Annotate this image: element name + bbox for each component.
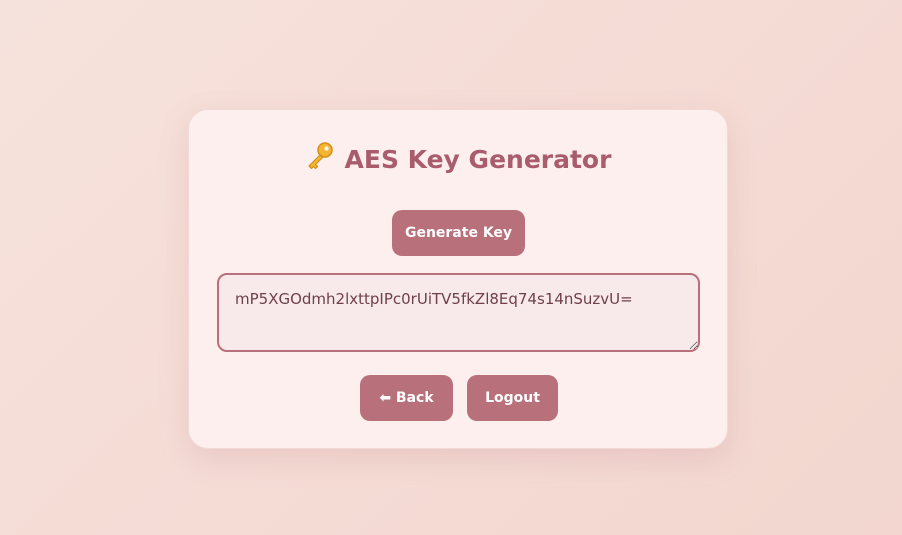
key-icon xyxy=(305,140,335,178)
page-title: AES Key Generator xyxy=(189,142,727,180)
page-title-text: AES Key Generator xyxy=(344,145,612,174)
logout-button[interactable]: Logout xyxy=(467,375,558,421)
back-button[interactable]: ⬅ Back xyxy=(360,375,453,421)
generate-key-button[interactable]: Generate Key xyxy=(392,210,525,256)
key-generator-card: AES Key Generator Generate Key mP5XGOdmh… xyxy=(188,109,728,449)
generated-key-output[interactable]: mP5XGOdmh2lxttpIPc0rUiTV5fkZl8Eq74s14nSu… xyxy=(217,273,700,352)
